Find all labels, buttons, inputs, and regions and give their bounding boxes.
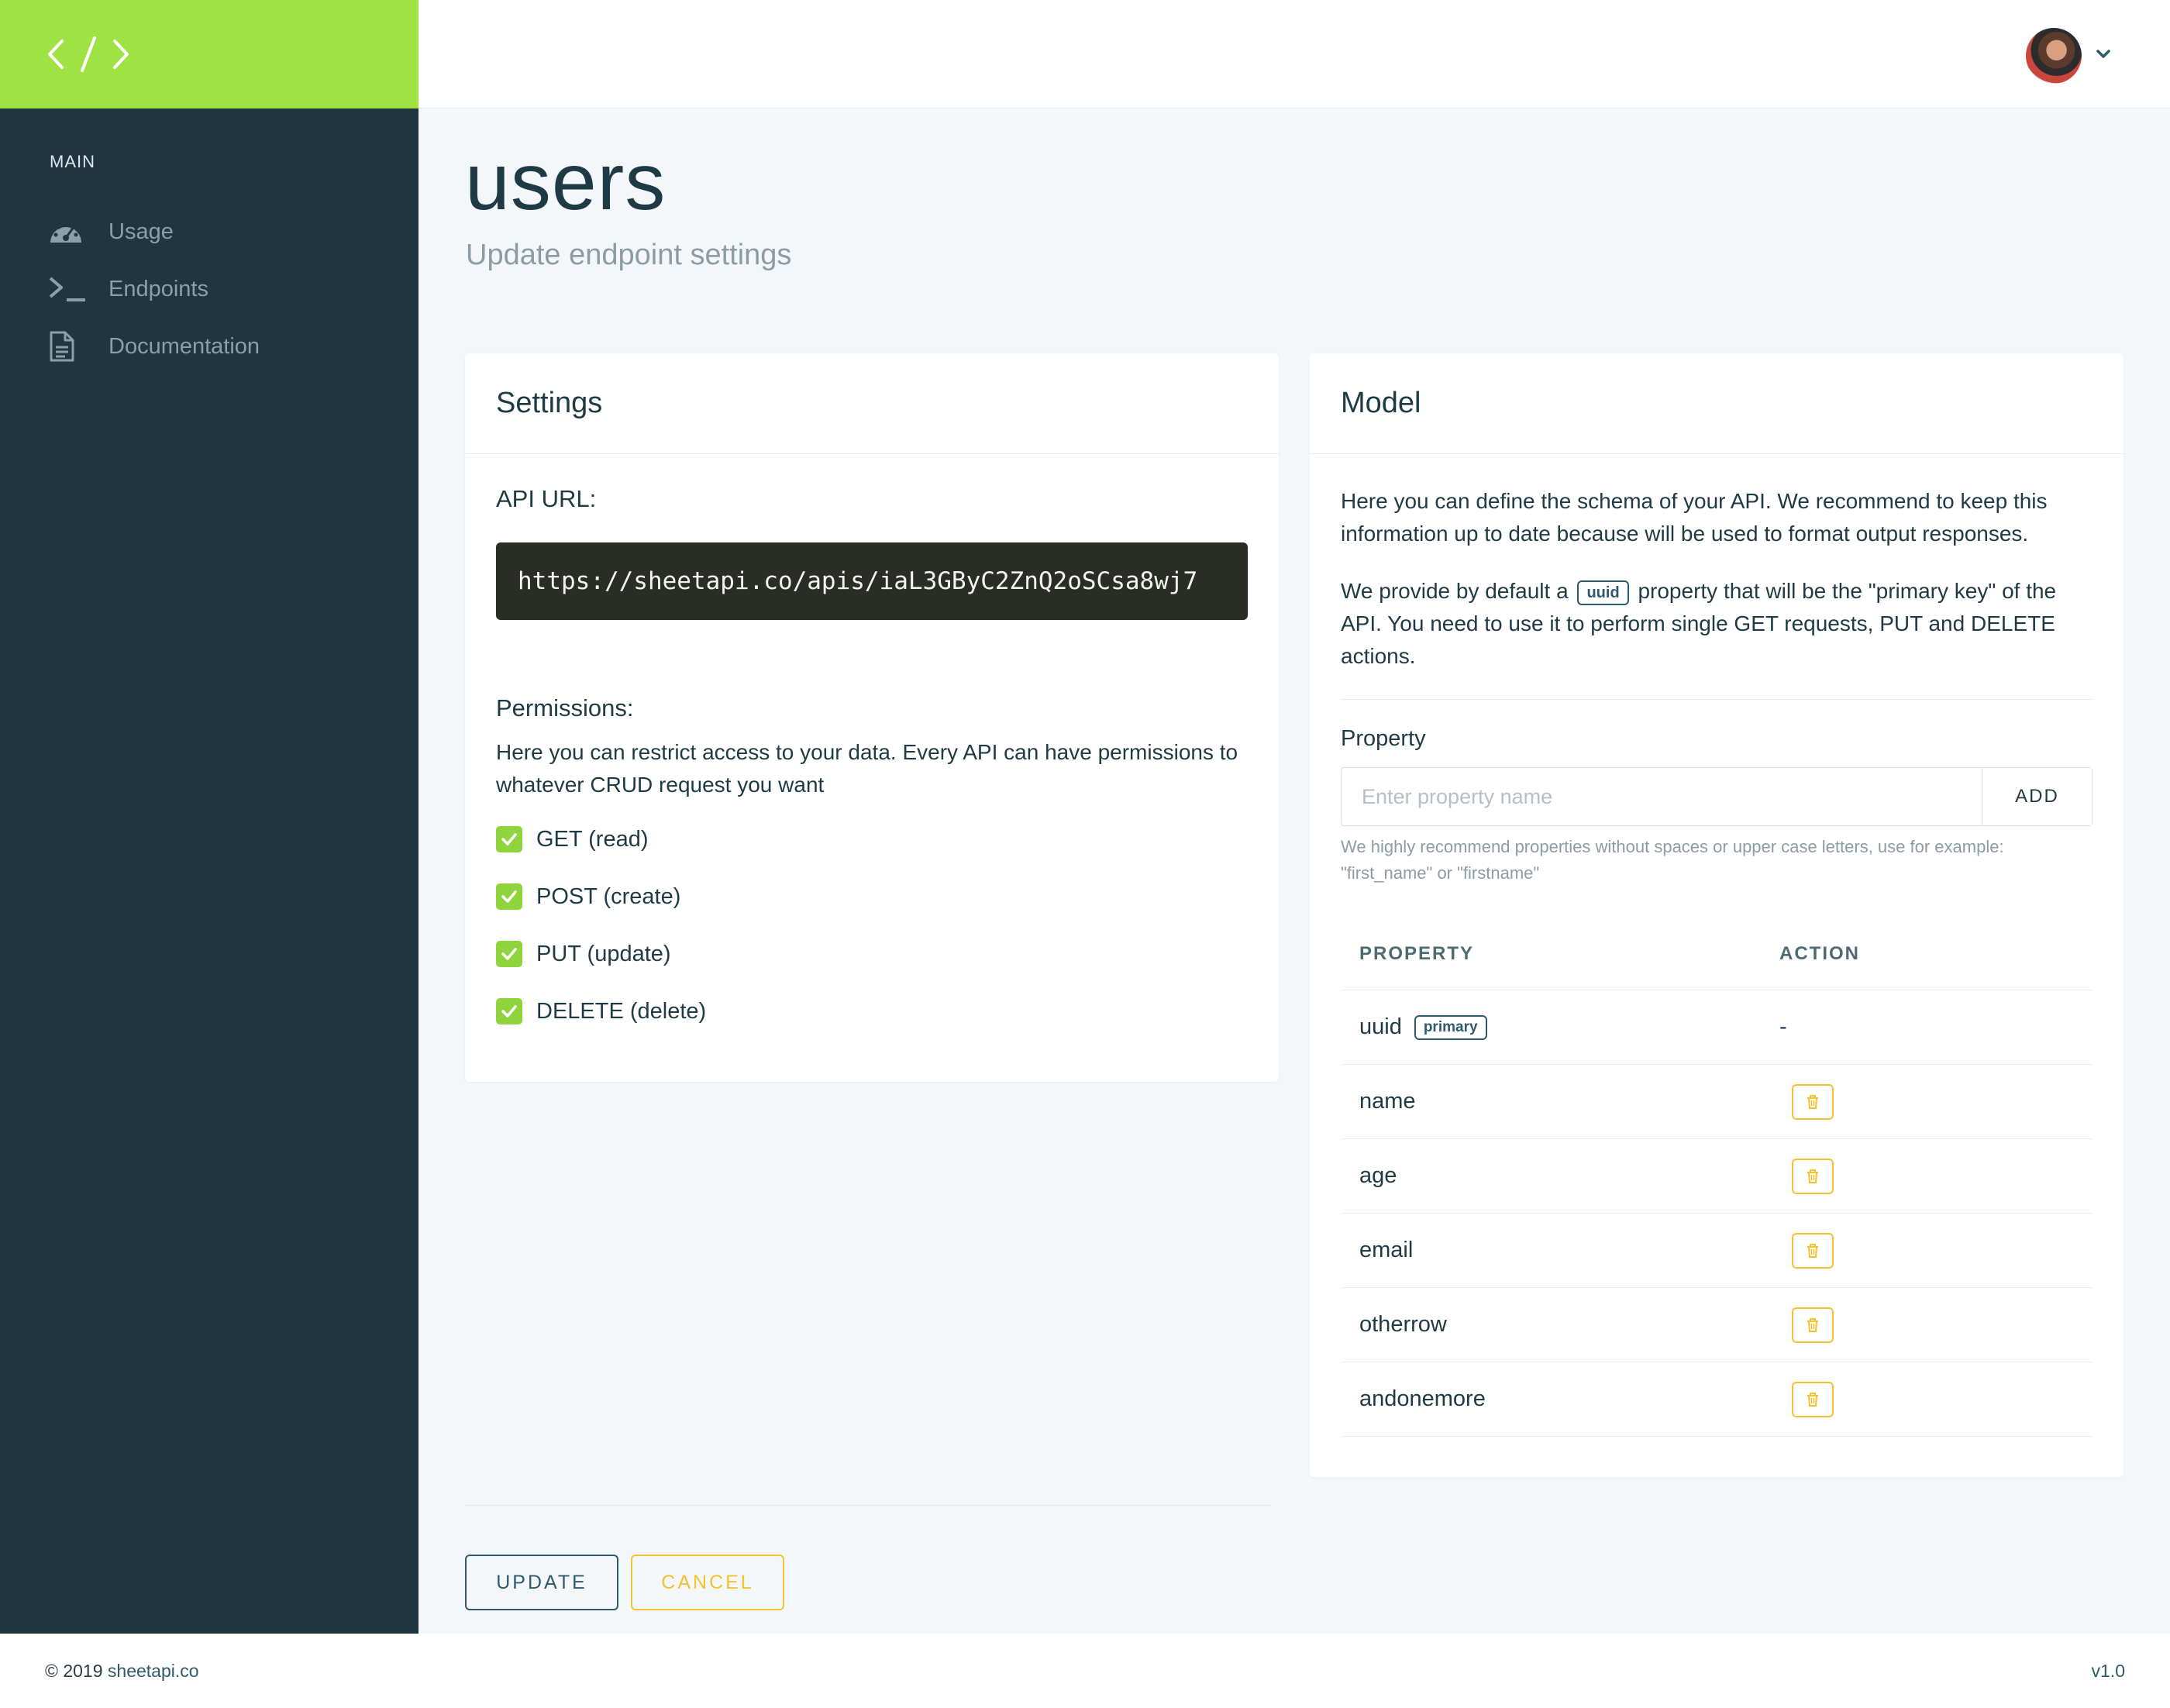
property-name-input[interactable] <box>1342 768 1982 825</box>
model-description: Here you can define the schema of your A… <box>1341 489 2048 546</box>
permission-label: PUT (update) <box>536 941 671 966</box>
delete-property-button[interactable] <box>1792 1158 1834 1194</box>
trash-icon <box>1807 1317 1818 1332</box>
primary-badge: primary <box>1414 1014 1487 1040</box>
column-header-action: ACTION <box>1779 942 1860 964</box>
sidebar-item-endpoints[interactable]: Endpoints <box>0 260 418 318</box>
property-name: uuid <box>1359 1014 1402 1039</box>
settings-card: Settings API URL: https://sheetapi.co/ap… <box>465 353 1279 1082</box>
model-card-title: Model <box>1310 353 2124 454</box>
add-property-group: ADD <box>1341 767 2092 826</box>
sidebar-item-documentation[interactable]: Documentation <box>0 318 418 375</box>
footer-copyright: © 2019 sheetapi.co <box>45 1661 199 1682</box>
column-header-property: PROPERTY <box>1359 942 1475 964</box>
section-divider <box>1341 699 2092 700</box>
nav-section-label: MAIN <box>50 152 95 171</box>
property-name: age <box>1359 1163 1397 1188</box>
copyright-text: © 2019 <box>45 1660 103 1681</box>
permission-put-checkbox[interactable]: PUT (update) <box>496 925 1248 983</box>
checkbox-checked-icon[interactable] <box>496 941 522 967</box>
sidebar: MAIN Usage Endpoints Documentation <box>0 0 418 1634</box>
footer: © 2019 sheetapi.co v1.0 <box>0 1634 2170 1708</box>
permissions-description: Here you can restrict access to your dat… <box>496 740 1238 797</box>
add-property-button[interactable]: ADD <box>1982 768 2092 825</box>
permission-label: GET (read) <box>536 826 649 852</box>
model-primary-key-note: We provide by default a uuid property th… <box>1341 575 2092 673</box>
trash-icon <box>1807 1169 1818 1183</box>
trash-icon <box>1807 1094 1818 1109</box>
delete-property-button[interactable] <box>1792 1381 1834 1417</box>
user-avatar[interactable] <box>2026 28 2082 84</box>
permission-get-checkbox[interactable]: GET (read) <box>496 811 1248 868</box>
property-table: PROPERTY ACTION uuid primary - name age … <box>1341 918 2092 1437</box>
document-icon <box>48 329 91 363</box>
permission-post-checkbox[interactable]: POST (create) <box>496 868 1248 925</box>
permissions-label: Permissions: <box>496 694 634 721</box>
property-hint: We highly recommend properties without s… <box>1341 837 2004 883</box>
checkbox-checked-icon[interactable] <box>496 826 522 852</box>
delete-property-button[interactable] <box>1792 1083 1834 1120</box>
sidebar-item-label: Usage <box>108 219 174 244</box>
table-row: name <box>1341 1065 2092 1139</box>
table-row: uuid primary - <box>1341 990 2092 1065</box>
model-card: Model Here you can define the schema of … <box>1310 353 2124 1477</box>
speedometer-icon <box>48 215 91 249</box>
terminal-icon <box>48 272 91 306</box>
api-url-label: API URL: <box>496 485 597 512</box>
footer-site-link[interactable]: sheetapi.co <box>108 1661 199 1681</box>
trash-icon <box>1807 1392 1818 1407</box>
settings-card-title: Settings <box>465 353 1279 454</box>
top-bar <box>418 0 2170 108</box>
table-header: PROPERTY ACTION <box>1341 918 2092 990</box>
table-row: otherrow <box>1341 1288 2092 1362</box>
property-name: andonemore <box>1359 1386 1486 1411</box>
property-label: Property <box>1341 726 1426 751</box>
permission-delete-checkbox[interactable]: DELETE (delete) <box>496 983 1248 1040</box>
property-name: name <box>1359 1089 1416 1114</box>
trash-icon <box>1807 1243 1818 1258</box>
update-button[interactable]: UPDATE <box>465 1555 618 1610</box>
cancel-button[interactable]: CANCEL <box>631 1555 784 1610</box>
uuid-badge: uuid <box>1577 580 1629 605</box>
code-brackets-icon <box>48 36 129 72</box>
sidebar-item-label: Documentation <box>108 333 260 359</box>
permission-label: POST (create) <box>536 883 681 909</box>
permission-label: DELETE (delete) <box>536 998 707 1024</box>
checkbox-checked-icon[interactable] <box>496 883 522 910</box>
page-subtitle: Update endpoint settings <box>466 239 792 271</box>
form-actions-divider <box>465 1505 1271 1506</box>
delete-property-button[interactable] <box>1792 1232 1834 1269</box>
property-name: otherrow <box>1359 1312 1447 1337</box>
logo[interactable] <box>0 0 418 108</box>
chevron-down-icon[interactable] <box>2092 43 2114 65</box>
table-row: age <box>1341 1139 2092 1214</box>
sidebar-item-label: Endpoints <box>108 276 208 301</box>
table-row: andonemore <box>1341 1362 2092 1437</box>
delete-property-button[interactable] <box>1792 1307 1834 1343</box>
permissions-list: GET (read) POST (create) PUT (update) DE… <box>496 811 1248 1040</box>
property-name: email <box>1359 1238 1414 1262</box>
app-version: v1.0 <box>2091 1660 2125 1681</box>
checkbox-checked-icon[interactable] <box>496 998 522 1024</box>
sidebar-item-usage[interactable]: Usage <box>0 203 418 260</box>
page-title: users <box>465 137 666 227</box>
sidebar-nav: Usage Endpoints Documentation <box>0 203 418 375</box>
note-prefix: We provide by default a <box>1341 579 1569 603</box>
action-cell: - <box>1779 1014 1787 1039</box>
table-row: email <box>1341 1214 2092 1288</box>
api-url-value[interactable]: https://sheetapi.co/apis/iaL3GByC2ZnQ2oS… <box>496 542 1248 620</box>
